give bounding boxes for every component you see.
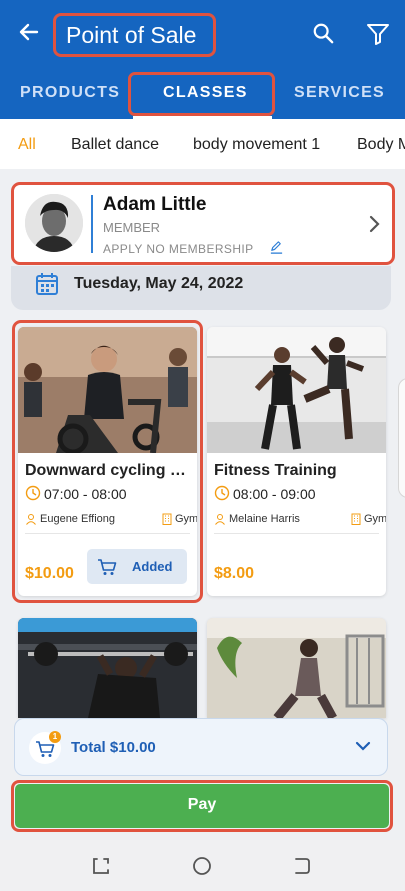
filter-chip-body-m[interactable]: Body M: [357, 136, 405, 154]
class-card[interactable]: Fitness Training 08:00 - 09:00 Melaine H…: [207, 327, 386, 596]
tab-services[interactable]: SERVICES: [294, 84, 385, 102]
cart-total: Total $10.00: [71, 739, 156, 756]
class-card[interactable]: [18, 618, 197, 718]
arrow-left-icon[interactable]: [17, 20, 41, 44]
back-nav-icon[interactable]: [290, 855, 312, 877]
edit-icon[interactable]: [269, 240, 284, 255]
avatar: [25, 194, 83, 252]
pay-label: Pay: [187, 796, 217, 813]
trainer-icon: [215, 514, 225, 525]
pay-button[interactable]: Pay: [15, 784, 389, 828]
clock-icon: [214, 485, 230, 501]
date-selector[interactable]: Tuesday, May 24, 2022: [11, 266, 391, 310]
class-name: Fitness Training: [214, 462, 337, 479]
class-photo: [207, 327, 386, 453]
cart-summary[interactable]: 1 Total $10.00: [14, 718, 388, 776]
card-divider: [214, 533, 379, 534]
membership-status: APPLY NO MEMBERSHIP: [103, 242, 254, 256]
tab-highlight: [128, 72, 275, 116]
tab-products[interactable]: PRODUCTS: [20, 84, 120, 102]
search-icon[interactable]: [312, 22, 334, 44]
system-nav-bar: [0, 840, 405, 891]
category-filter-bar: All Ballet dance body movement 1 Body M: [0, 119, 405, 169]
calendar-icon: [36, 273, 58, 295]
chevron-down-icon[interactable]: [355, 740, 371, 752]
chevron-right-icon[interactable]: [368, 215, 382, 233]
filter-icon[interactable]: [366, 22, 390, 46]
member-card[interactable]: Adam Little MEMBER APPLY NO MEMBERSHIP: [11, 182, 395, 265]
member-divider: [91, 195, 93, 253]
class-card[interactable]: [207, 618, 386, 718]
selected-date: Tuesday, May 24, 2022: [74, 275, 244, 292]
trainer-name: Melaine Harris: [229, 513, 300, 525]
building-icon: [351, 513, 361, 525]
recents-icon[interactable]: [90, 855, 112, 877]
class-photo: [18, 618, 197, 718]
title-highlight: [53, 13, 216, 57]
member-role: MEMBER: [103, 220, 161, 235]
home-icon[interactable]: [191, 855, 213, 877]
class-photo: [207, 618, 386, 718]
filter-chip-ballet-dance[interactable]: Ballet dance: [71, 136, 159, 154]
filter-chip-body-movement-1[interactable]: body movement 1: [193, 136, 320, 154]
side-scroll-handle[interactable]: [398, 378, 405, 498]
cart-count-badge: 1: [49, 731, 61, 743]
class-time: 08:00 - 09:00: [233, 486, 316, 502]
class-card-highlight: [12, 320, 203, 603]
class-price: $8.00: [214, 565, 255, 582]
class-room: Gym: [364, 513, 386, 525]
filter-chip-all[interactable]: All: [18, 136, 36, 154]
member-name: Adam Little: [103, 194, 207, 215]
